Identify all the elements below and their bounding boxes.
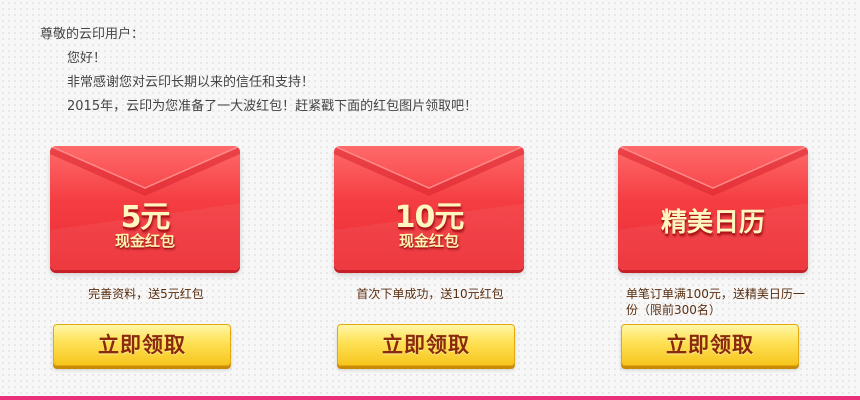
bottom-accent-bar — [0, 396, 860, 400]
red-packet-card-10: 10元 现金红包 首次下单成功，送10元红包 立即领取 — [332, 146, 528, 396]
card-description: 单笔订单满100元，送精美日历一份（限前300名） — [626, 287, 805, 317]
claim-button-5[interactable]: 立即领取 — [53, 324, 231, 366]
claim-button-calendar[interactable]: 立即领取 — [621, 324, 799, 366]
calendar-card: 精美日历 单笔订单满100元，送精美日历一份（限前300名） 立即领取 — [616, 146, 812, 396]
red-packet-card-5: 5元 现金红包 完善资料，送5元红包 立即领取 — [48, 146, 244, 396]
envelope-title: 精美日历 — [660, 208, 765, 238]
announcement-text: 2015年，云印为您准备了一大波红包！赶紧戳下面的红包图片领取吧！ — [67, 99, 478, 114]
red-envelope-5[interactable]: 5元 现金红包 — [50, 146, 240, 270]
envelope-subtitle: 现金红包 — [398, 232, 459, 250]
card-description: 首次下单成功，送10元红包 — [356, 287, 504, 301]
envelope-subtitle: 现金红包 — [114, 232, 175, 250]
hello-text: 您好！ — [67, 51, 107, 66]
red-envelope-10[interactable]: 10元 现金红包 — [334, 146, 524, 270]
card-description: 完善资料，送5元红包 — [88, 287, 204, 301]
greeting-text: 尊敬的云印用户： — [40, 27, 145, 42]
envelope-flap-icon — [618, 146, 808, 196]
thanks-text: 非常感谢您对云印长期以来的信任和支持！ — [67, 75, 315, 90]
intro-text: 尊敬的云印用户： 您好！ 非常感谢您对云印长期以来的信任和支持！ 2015年，云… — [40, 26, 477, 122]
red-envelope-calendar[interactable]: 精美日历 — [618, 146, 808, 270]
claim-button-10[interactable]: 立即领取 — [337, 324, 515, 366]
